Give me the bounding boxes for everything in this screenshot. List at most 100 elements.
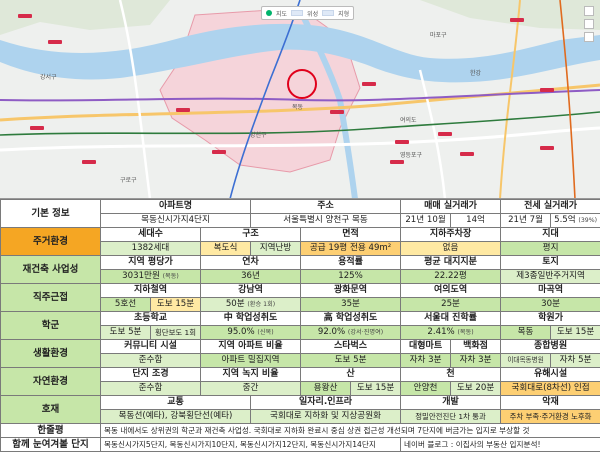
map-type-satellite[interactable] <box>291 10 304 16</box>
map-marker[interactable] <box>540 146 554 150</box>
hd-high-score: 高 학업성취도 <box>300 311 402 326</box>
land: 평지 <box>500 241 600 256</box>
starbucks-walk: 도보 5분 <box>300 353 402 368</box>
zoom-in-button[interactable] <box>584 6 594 16</box>
map-marker[interactable] <box>30 126 44 130</box>
map-marker[interactable] <box>82 160 96 164</box>
map-marker[interactable] <box>362 82 376 86</box>
gangnam-time: 50분 (환승 1회) <box>199 297 302 312</box>
hd-land: 지대 <box>500 227 600 242</box>
map-view[interactable]: 지도 위성 지형 강서구 양천구 영등포구 마포구 구로구 한강 여의도 목동 <box>0 0 600 199</box>
source-blog[interactable]: 네이버 블로그 : 이집사의 부동산 입지분석! <box>400 437 600 452</box>
apt-address: 서울특별시 양천구 목동 <box>250 213 402 228</box>
mountain-name: 용왕산 <box>300 381 352 396</box>
zoom-out-button[interactable] <box>584 19 594 29</box>
hd-stream: 천 <box>400 367 502 382</box>
map-label: 한강 <box>470 70 482 77</box>
hd-apt: 아파트명 <box>99 199 252 214</box>
hd-households: 세대수 <box>100 227 201 242</box>
mountain-walk: 도보 15분 <box>350 381 402 396</box>
academy-area: 목동 <box>500 325 552 340</box>
cat-rebuild: 재건축 사업성 <box>0 255 101 284</box>
apt-ratio: 아파트 밀집지역 <box>199 353 302 368</box>
map-marker[interactable] <box>460 152 474 156</box>
snu-rate: 2.41% (목동) <box>400 325 502 340</box>
hd-land-share: 평균 대지지분 <box>400 255 502 270</box>
property-analysis-table: 기본 정보 아파트명 주소 매매 실거래가 전세 실거래가 목동신시가지4단지 … <box>0 199 600 463</box>
map-label: 양천구 <box>250 132 267 139</box>
map-marker[interactable] <box>395 140 409 144</box>
map-label: 마포구 <box>430 32 447 39</box>
households: 1382세대 <box>100 241 201 256</box>
map-marker[interactable] <box>18 14 32 18</box>
land-share: 22.22평 <box>400 269 502 284</box>
map-label: 구로구 <box>120 177 137 184</box>
hd-far: 용적률 <box>300 255 402 270</box>
jeonse-price: 5.5억 (39%) <box>550 213 600 228</box>
map-label: 목동 <box>292 104 304 111</box>
cat-related: 함께 눈여겨볼 단지 <box>0 437 101 452</box>
subway-walk: 도보 15분 <box>150 297 201 312</box>
cat-nature: 자연환경 <box>0 367 101 396</box>
hd-landscape: 단지 조경 <box>100 367 201 382</box>
hd-yeouido: 여의도역 <box>400 283 502 298</box>
related-complexes: 목동신시가지5단지, 목동신시가지10단지, 목동신시가지12단지, 목동신시가… <box>99 437 402 452</box>
map-marker[interactable] <box>540 88 554 92</box>
map-marker[interactable] <box>330 110 344 114</box>
parking: 없음 <box>400 241 502 256</box>
map-type-terrain-label[interactable]: 지형 <box>338 9 349 18</box>
landscape: 준수함 <box>100 381 201 396</box>
map-type-toolbar[interactable]: 지도 위성 지형 <box>261 6 355 20</box>
review-text: 목동 내에서도 상위권의 학군과 재건축 사업성. 국회대로 지하화 완료시 중… <box>99 423 600 438</box>
map-label: 여의도 <box>400 117 417 124</box>
hd-hospital: 종합병원 <box>500 339 600 354</box>
map-label: 강서구 <box>40 74 57 81</box>
map-controls <box>584 6 594 42</box>
hd-price-per-pyeong: 지역 평당가 <box>100 255 201 270</box>
map-marker[interactable] <box>212 150 226 154</box>
map-type-normal[interactable]: 지도 <box>276 9 287 18</box>
stream-walk: 도보 20분 <box>450 381 502 396</box>
hd-structure: 구조 <box>199 227 302 242</box>
cat-positive: 호재 <box>0 395 101 424</box>
hd-addr: 주소 <box>250 199 402 214</box>
map-type-terrain[interactable] <box>322 10 335 16</box>
high-score: 92.0% (강서·진명여) <box>300 325 402 340</box>
hd-zone: 토지 <box>500 255 600 270</box>
map-canvas <box>0 0 600 198</box>
locate-button[interactable] <box>584 32 594 42</box>
map-marker[interactable] <box>390 160 404 164</box>
apt-name: 목동신시가지4단지 <box>99 213 252 228</box>
hd-subway: 지하철역 <box>100 283 201 298</box>
hd-starbucks: 스타벅스 <box>300 339 402 354</box>
jeonse-date: 21년 7월 <box>500 213 552 228</box>
map-type-satellite-label[interactable]: 위성 <box>307 9 318 18</box>
cat-review: 한줄평 <box>0 423 101 438</box>
map-marker[interactable] <box>176 108 190 112</box>
elementary-walk: 도보 5분 <box>100 325 151 340</box>
hd-elementary: 초등학교 <box>100 311 201 326</box>
development: 정밀안전진단 1차 통과 <box>400 409 502 424</box>
hd-academy: 학원가 <box>500 311 600 326</box>
mart-time: 자차 3분 <box>400 353 452 368</box>
hd-area: 면적 <box>300 227 402 242</box>
hd-traffic: 교통 <box>99 395 252 410</box>
hd-snu-rate: 서울대 진학률 <box>400 311 502 326</box>
cat-school: 학군 <box>0 311 101 340</box>
area: 공급 19평 전용 49m² <box>300 241 402 256</box>
elementary-note: 횡단보도 1회 <box>150 325 201 340</box>
map-marker[interactable] <box>48 40 62 44</box>
hd-parking: 지하주차장 <box>400 227 502 242</box>
sale-date: 21년 10월 <box>400 213 452 228</box>
hazard: 국회대로(8차선) 인접 <box>500 381 600 396</box>
hd-middle-score: 中 학업성취도 <box>199 311 302 326</box>
map-marker[interactable] <box>438 132 452 136</box>
hd-green-ratio: 지역 녹지 비율 <box>199 367 302 382</box>
hd-sale: 매매 실거래가 <box>400 199 502 214</box>
hd-dept: 백화점 <box>450 339 502 354</box>
hd-mountain: 산 <box>300 367 402 382</box>
jobs: 국회대로 지하화 및 지상공원화 <box>250 409 402 424</box>
hd-mart: 대형마트 <box>400 339 452 354</box>
map-marker[interactable] <box>510 18 524 22</box>
hd-apt-ratio: 지역 아파트 비율 <box>199 339 302 354</box>
